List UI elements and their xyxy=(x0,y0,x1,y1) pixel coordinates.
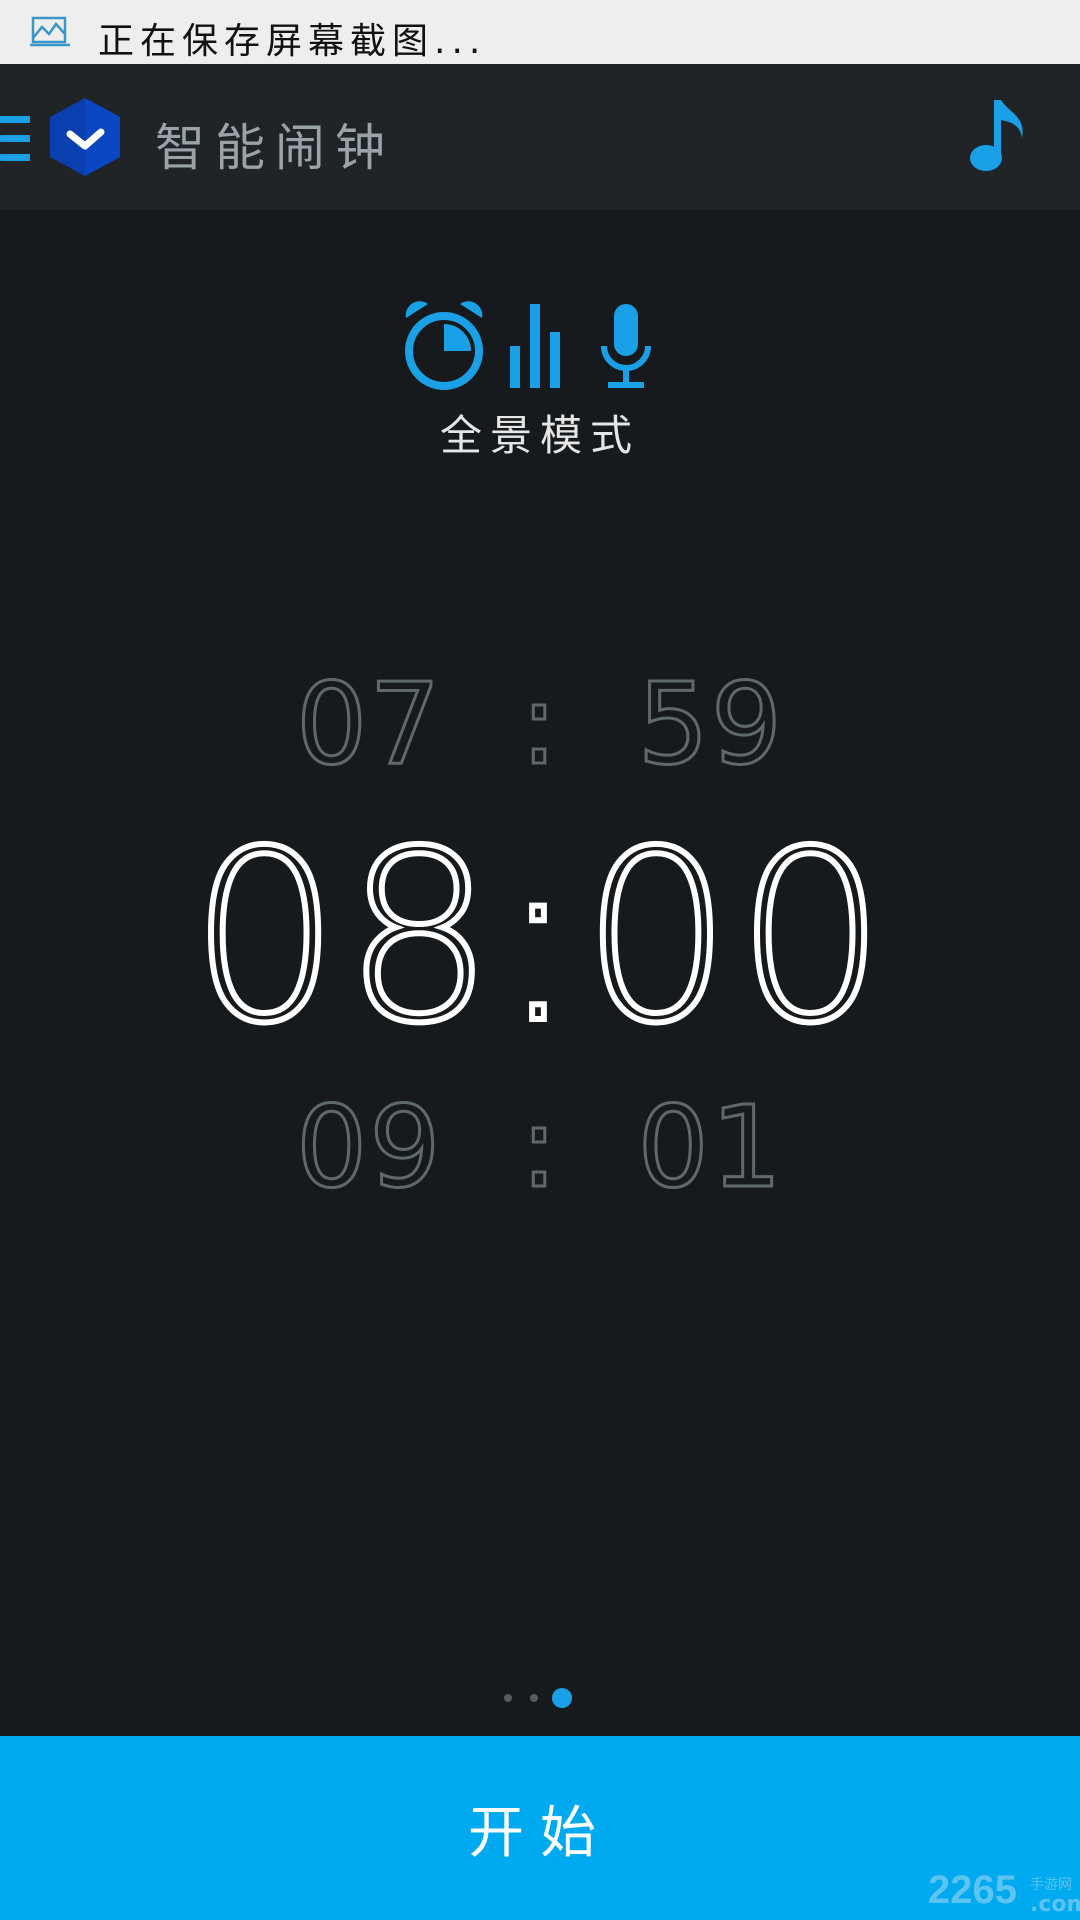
notification-text: 正在保存屏幕截图... xyxy=(98,21,487,62)
page-dot-1[interactable] xyxy=(504,1694,512,1702)
start-button-label: 开始 xyxy=(468,1800,612,1866)
mode-label: 全景模式 xyxy=(440,411,641,460)
watermark-domain: .com xyxy=(1030,1892,1080,1917)
start-button[interactable]: 开始 xyxy=(0,1736,1080,1920)
time-selected[interactable]: 08:00 xyxy=(0,797,1080,1078)
selected-minute: 00 xyxy=(579,797,891,1078)
previous-hour: 07 xyxy=(295,659,443,792)
time-option-next[interactable]: 09 : 01 xyxy=(0,1082,1080,1215)
time-option-previous[interactable]: 07 : 59 xyxy=(0,659,1080,792)
selected-hour: 08 xyxy=(187,797,499,1078)
selected-separator: : xyxy=(495,797,582,1078)
menu-icon[interactable] xyxy=(0,116,32,162)
app-bar: 智能闹钟 xyxy=(0,64,1080,210)
mode-icons xyxy=(405,301,651,390)
hexagon-check-logo xyxy=(50,98,120,176)
app-title: 智能闹钟 xyxy=(155,119,395,177)
page-dot-3-active[interactable] xyxy=(552,1688,572,1708)
music-note-icon[interactable] xyxy=(968,98,1028,174)
next-hour: 09 xyxy=(295,1082,443,1215)
notification-bar: 正在保存屏幕截图... xyxy=(0,0,1080,64)
previous-separator: : xyxy=(519,659,560,792)
alarm-clock-icon xyxy=(405,301,483,390)
microphone-icon xyxy=(601,304,651,388)
page-dot-2[interactable] xyxy=(530,1694,538,1702)
next-separator: : xyxy=(519,1082,560,1215)
page-indicator xyxy=(498,1686,582,1710)
screenshot-icon xyxy=(30,16,70,47)
watermark-sub: 手游网 xyxy=(1030,1877,1072,1893)
next-minute: 01 xyxy=(636,1082,784,1215)
watermark-logo: 2265 xyxy=(928,1868,1017,1912)
previous-minute: 59 xyxy=(636,659,784,792)
bar-chart-icon xyxy=(510,304,560,388)
